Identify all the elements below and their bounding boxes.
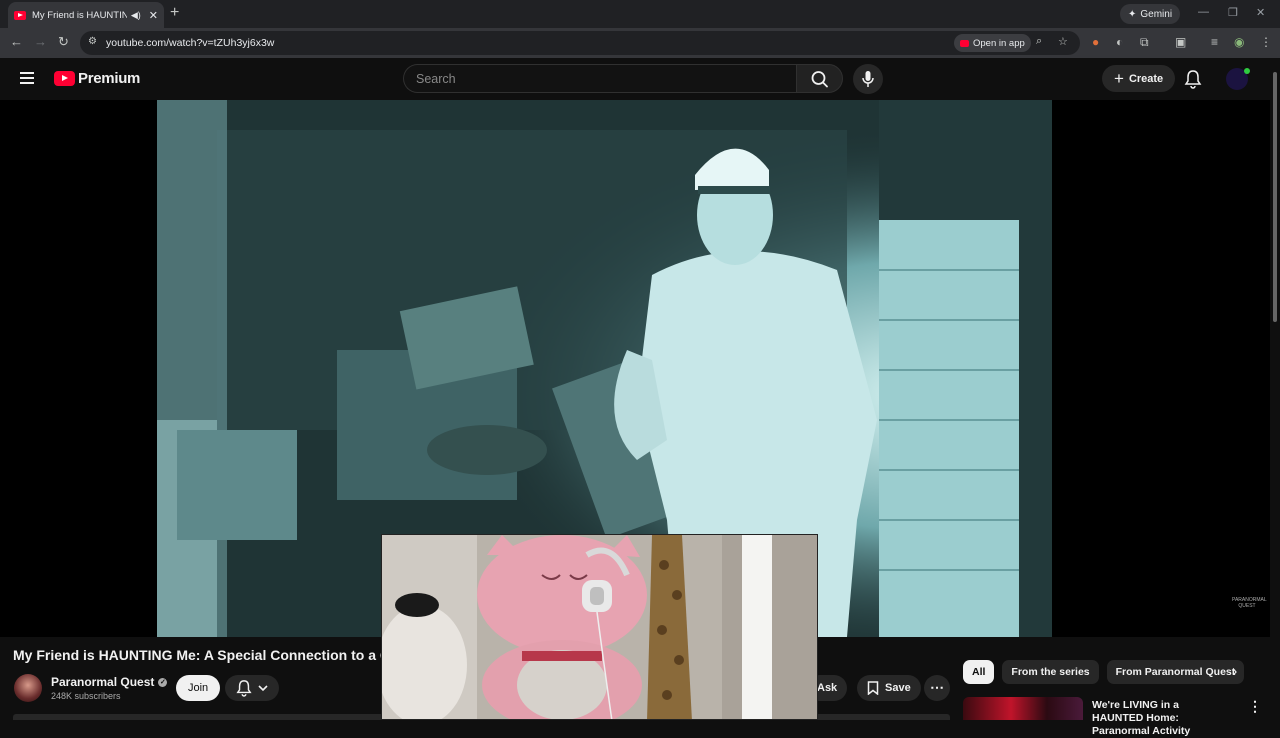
sparkle-icon: ✦: [1128, 8, 1137, 20]
minimize-icon[interactable]: —: [1198, 6, 1209, 18]
save-button[interactable]: Save: [857, 675, 921, 701]
chip-from-the-series[interactable]: From the series: [1002, 660, 1099, 684]
bookmark-star-icon[interactable]: ☆: [1058, 35, 1068, 48]
new-tab-button[interactable]: +: [170, 4, 179, 22]
close-tab-icon[interactable]: ✕: [149, 9, 158, 22]
webcam-overlay: [381, 534, 818, 720]
create-button[interactable]: + Create: [1102, 65, 1176, 92]
subscriber-count: 248K subscribers: [51, 691, 121, 701]
reload-icon[interactable]: ↻: [58, 34, 69, 50]
notifications-button[interactable]: [1184, 69, 1202, 94]
save-label: Save: [885, 682, 911, 694]
bookmark-icon: [867, 681, 879, 695]
plus-icon: +: [1114, 68, 1124, 88]
youtube-header: Premium + Create: [0, 58, 1280, 100]
chip-all[interactable]: All: [963, 660, 995, 684]
recommendation-thumbnail[interactable]: [963, 697, 1083, 720]
open-in-app-label: Open in app: [973, 37, 1025, 49]
youtube-premium-logo[interactable]: Premium: [54, 70, 140, 87]
search-box: [403, 64, 796, 93]
extensions-puzzle-icon[interactable]: ⧉: [1140, 35, 1149, 50]
tab-search-icon[interactable]: ▣: [1175, 35, 1186, 49]
close-window-icon[interactable]: ✕: [1256, 6, 1265, 19]
extension-icon[interactable]: ●: [1092, 35, 1099, 49]
forward-icon[interactable]: →: [34, 34, 47, 49]
chip-from-channel[interactable]: From Paranormal Quest: [1106, 660, 1245, 684]
verified-check-icon: ✓: [158, 677, 168, 687]
browser-menu-icon[interactable]: ⋮: [1260, 35, 1272, 49]
related-filter-chips: All From the series From Paranormal Ques…: [963, 660, 1245, 684]
address-bar[interactable]: ⚙ youtube.com/watch?v=tZUh3yj6x3w Open i…: [80, 31, 1080, 55]
account-avatar[interactable]: [1226, 68, 1250, 90]
gemini-label: Gemini: [1140, 8, 1173, 20]
logo-brand-text: Premium: [78, 70, 141, 87]
youtube-logo-icon: [54, 71, 75, 86]
tab-title: My Friend is HAUNTING Me: A Special Conn…: [32, 9, 127, 21]
zoom-icon[interactable]: ⌕: [1036, 35, 1042, 48]
page-scrollbar[interactable]: [1270, 58, 1280, 720]
browser-tab-bar: My Friend is HAUNTING Me: A Special Conn…: [0, 0, 1280, 28]
search-icon: [811, 71, 828, 88]
more-actions-icon[interactable]: ⋯: [924, 675, 950, 701]
join-button[interactable]: Join: [176, 675, 221, 701]
bell-icon: [236, 680, 252, 697]
ask-label: Ask: [817, 682, 838, 694]
open-in-app-button[interactable]: Open in app: [954, 34, 1031, 52]
youtube-favicon-icon: [14, 10, 26, 20]
scrollbar-thumb[interactable]: [1273, 72, 1277, 322]
subscribed-notifications-button[interactable]: [225, 675, 279, 701]
channel-watermark: PARANORMAL QUEST: [1232, 597, 1267, 609]
recommendation-title[interactable]: We're LIVING in a HAUNTED Home: Paranorm…: [1092, 699, 1232, 738]
youtube-icon: [960, 39, 969, 47]
menu-hamburger-icon[interactable]: [20, 72, 34, 84]
restore-icon[interactable]: ❐: [1228, 6, 1238, 19]
back-icon[interactable]: ←: [10, 34, 23, 49]
channel-name-row[interactable]: Paranormal Quest ✓: [51, 675, 168, 689]
extension-icon[interactable]: ◐: [1116, 35, 1123, 49]
chevron-right-icon[interactable]: ›: [1232, 663, 1237, 681]
video-title: My Friend is HAUNTING Me: A Special Conn…: [13, 647, 383, 663]
search-button[interactable]: [796, 64, 843, 93]
create-label: Create: [1128, 72, 1164, 85]
url-text[interactable]: youtube.com/watch?v=tZUh3yj6x3w: [106, 37, 274, 49]
microphone-icon: [862, 71, 874, 87]
recommendation-menu-icon[interactable]: ⋮: [1248, 698, 1262, 715]
speaker-icon[interactable]: ◀): [131, 10, 141, 21]
voice-search-button[interactable]: [853, 64, 883, 94]
browser-tab[interactable]: My Friend is HAUNTING Me: A Special Conn…: [8, 2, 164, 28]
channel-avatar[interactable]: [14, 674, 42, 702]
bell-icon: [1184, 70, 1202, 89]
chevron-down-icon: [258, 685, 268, 692]
site-info-icon[interactable]: ⚙: [88, 36, 100, 48]
media-control-icon[interactable]: ≡: [1211, 35, 1218, 49]
search-input[interactable]: [404, 65, 796, 93]
browser-toolbar: ← → ↻ ⚙ youtube.com/watch?v=tZUh3yj6x3w …: [0, 28, 1280, 58]
profile-avatar-icon[interactable]: ◉: [1234, 35, 1244, 49]
webcam-scene: [382, 535, 817, 719]
gemini-button[interactable]: ✦ Gemini: [1120, 4, 1181, 24]
channel-name[interactable]: Paranormal Quest: [51, 675, 154, 689]
